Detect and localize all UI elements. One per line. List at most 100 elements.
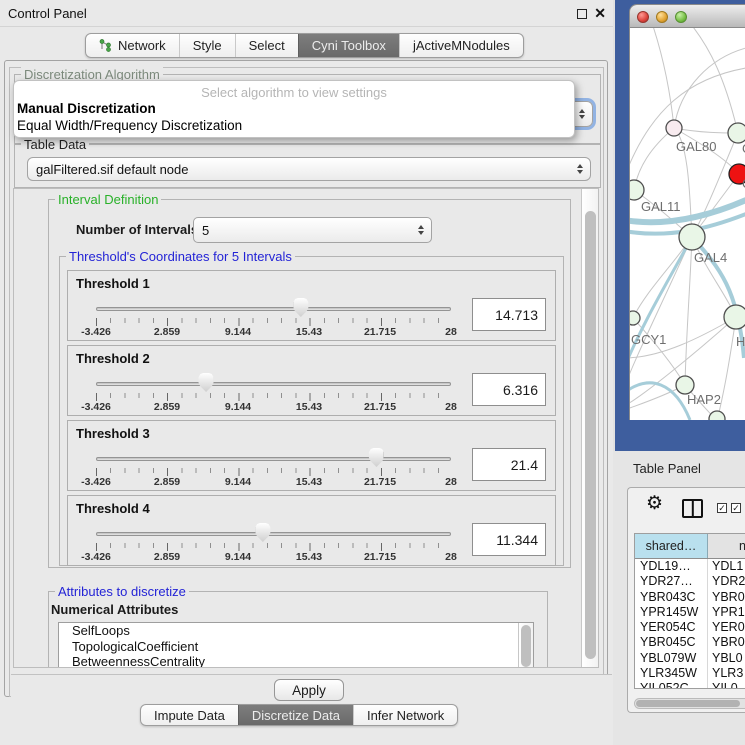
minimize-traffic-light[interactable] [656, 11, 668, 23]
algorithm-option-equal-width[interactable]: Equal Width/Frequency Discretization [17, 118, 242, 133]
table-cell-shared-name[interactable]: YIL052C [635, 681, 708, 689]
node-h[interactable] [724, 305, 745, 329]
tab-label: Select [249, 38, 285, 53]
threshold-label: Threshold 3 [76, 426, 150, 441]
checkbox-icon[interactable]: ✓ [731, 503, 741, 513]
attribute-list-item[interactable]: BetweennessCentrality [59, 654, 533, 668]
threshold-value-field[interactable]: 21.4 [472, 448, 546, 481]
table-row[interactable]: YIL052CYIL0 [635, 681, 745, 689]
table-cell-name[interactable]: YBL0 [708, 651, 745, 666]
tab-discretize-data[interactable]: Discretize Data [238, 705, 353, 725]
threshold-slider[interactable] [96, 372, 451, 394]
table-cell-shared-name[interactable]: YPR145W [635, 605, 708, 620]
slider-thumb[interactable] [293, 298, 308, 317]
threshold-slider[interactable] [96, 522, 451, 544]
node-top-right[interactable] [728, 123, 745, 143]
threshold-value-field[interactable]: 6.316 [472, 373, 546, 406]
table-row[interactable]: YBR043CYBR0 [635, 590, 745, 605]
table-cell-name[interactable]: YPR1 [708, 605, 745, 620]
group-title: Interval Definition [55, 192, 161, 207]
node-attribute-table[interactable]: shared… n YDL19…YDL1YDR27…YDR2YBR043CYBR… [634, 533, 745, 689]
tab-impute-data[interactable]: Impute Data [141, 705, 238, 725]
table-cell-shared-name[interactable]: YBR045C [635, 635, 708, 650]
numerical-attributes-list[interactable]: SelfLoopsTopologicalCoefficientBetweenne… [58, 622, 534, 668]
slider-thumb[interactable] [199, 373, 214, 392]
table-row[interactable]: YDL19…YDL1 [635, 559, 745, 574]
table-row[interactable]: YBL079WYBL0 [635, 651, 745, 666]
node-gal11[interactable] [630, 180, 644, 200]
threshold-list: Threshold 1 -3.4262.8599.14415.4321.7152… [67, 270, 558, 570]
network-window-titlebar[interactable] [629, 4, 745, 28]
node-gal4[interactable] [679, 224, 705, 250]
tab-style[interactable]: Style [179, 34, 235, 57]
algorithm-option-manual[interactable]: Manual Discretization [17, 101, 156, 116]
slider-track[interactable] [96, 532, 451, 536]
attributes-scrollbar[interactable] [518, 623, 533, 668]
column-header-shared-name[interactable]: shared… [635, 534, 708, 558]
settings-scrollbar-thumb[interactable] [585, 211, 596, 659]
table-cell-name[interactable]: YBR0 [708, 590, 745, 605]
node-gal80[interactable] [666, 120, 682, 136]
discretize-settings-panel: Discretization Algorithm Table Data galF… [9, 67, 604, 697]
network-view-canvas[interactable]: GAL80 GAL11 GAL4 GCY1 H HAP2 GA C [629, 28, 745, 420]
table-row[interactable]: YPR145WYPR1 [635, 605, 745, 620]
attribute-list-item[interactable]: TopologicalCoefficient [59, 639, 533, 655]
node-bottom-partial[interactable] [709, 411, 725, 420]
number-of-intervals-combobox[interactable]: 5 [193, 217, 432, 243]
table-cell-shared-name[interactable]: YER054C [635, 620, 708, 635]
threshold-box: Threshold 2 -3.4262.8599.14415.4321.7152… [67, 345, 556, 416]
table-data-combobox[interactable]: galFiltered.sif default node [27, 157, 591, 181]
table-cell-shared-name[interactable]: YDL19… [635, 559, 708, 574]
slider-tick-label: 28 [445, 326, 457, 338]
table-cell-name[interactable]: YLR3 [708, 666, 745, 681]
slider-track[interactable] [96, 382, 451, 386]
table-cell-name[interactable]: YBR0 [708, 635, 745, 650]
table-row[interactable]: YER054CYER0 [635, 620, 745, 635]
table-cell-name[interactable]: YER0 [708, 620, 745, 635]
slider-tick-label: 15.43 [296, 551, 322, 563]
slider-tick-label: -3.426 [81, 326, 111, 338]
close-traffic-light[interactable] [637, 11, 649, 23]
slider-track[interactable] [96, 307, 451, 311]
tab-cyni-toolbox[interactable]: Cyni Toolbox [298, 34, 399, 57]
slider-tick-label: 28 [445, 401, 457, 413]
settings-scrollbar[interactable] [581, 189, 598, 667]
zoom-traffic-light[interactable] [675, 11, 687, 23]
table-cell-name[interactable]: YDL1 [708, 559, 745, 574]
close-icon[interactable]: ✕ [594, 5, 606, 22]
slider-tick-label: 15.43 [296, 401, 322, 413]
threshold-slider[interactable] [96, 297, 451, 319]
table-hscroll-thumb[interactable] [636, 700, 740, 707]
tab-jactivemnodules[interactable]: jActiveMNodules [399, 34, 523, 57]
gear-icon[interactable]: ⚙ [646, 492, 663, 515]
tab-infer-network[interactable]: Infer Network [353, 705, 457, 725]
table-row[interactable]: YDR27…YDR2 [635, 574, 745, 589]
table-cell-name[interactable]: YDR2 [708, 574, 745, 589]
tab-network[interactable]: Network [86, 34, 179, 57]
threshold-value-field[interactable]: 11.344 [472, 523, 546, 556]
apply-button[interactable]: Apply [274, 679, 344, 701]
table-cell-name[interactable]: YIL0 [708, 681, 745, 689]
slider-ticks [96, 468, 452, 476]
table-cell-shared-name[interactable]: YLR345W [635, 666, 708, 681]
slider-thumb[interactable] [255, 523, 270, 542]
table-cell-shared-name[interactable]: YDR27… [635, 574, 708, 589]
table-cell-shared-name[interactable]: YBL079W [635, 651, 708, 666]
slider-track[interactable] [96, 457, 451, 461]
table-row[interactable]: YLR345WYLR3 [635, 666, 745, 681]
table-row[interactable]: YBR045CYBR0 [635, 635, 745, 650]
float-window-icon[interactable] [577, 9, 587, 19]
column-header-name[interactable]: n [708, 534, 745, 558]
cyni-mode-tabs: Impute Data Discretize Data Infer Networ… [140, 704, 458, 726]
threshold-value-field[interactable]: 14.713 [472, 298, 546, 331]
threshold-slider[interactable] [96, 447, 451, 469]
columns-icon[interactable] [682, 499, 703, 518]
checkbox-icon[interactable]: ✓ [717, 503, 727, 513]
cyni-toolbox-panel: Discretization Algorithm Table Data galF… [4, 60, 608, 697]
table-horizontal-scrollbar[interactable] [634, 698, 745, 709]
table-cell-shared-name[interactable]: YBR043C [635, 590, 708, 605]
node-gcy1[interactable] [630, 311, 640, 325]
tab-select[interactable]: Select [235, 34, 298, 57]
slider-thumb[interactable] [369, 448, 384, 467]
attribute-list-item[interactable]: SelfLoops [59, 623, 533, 639]
